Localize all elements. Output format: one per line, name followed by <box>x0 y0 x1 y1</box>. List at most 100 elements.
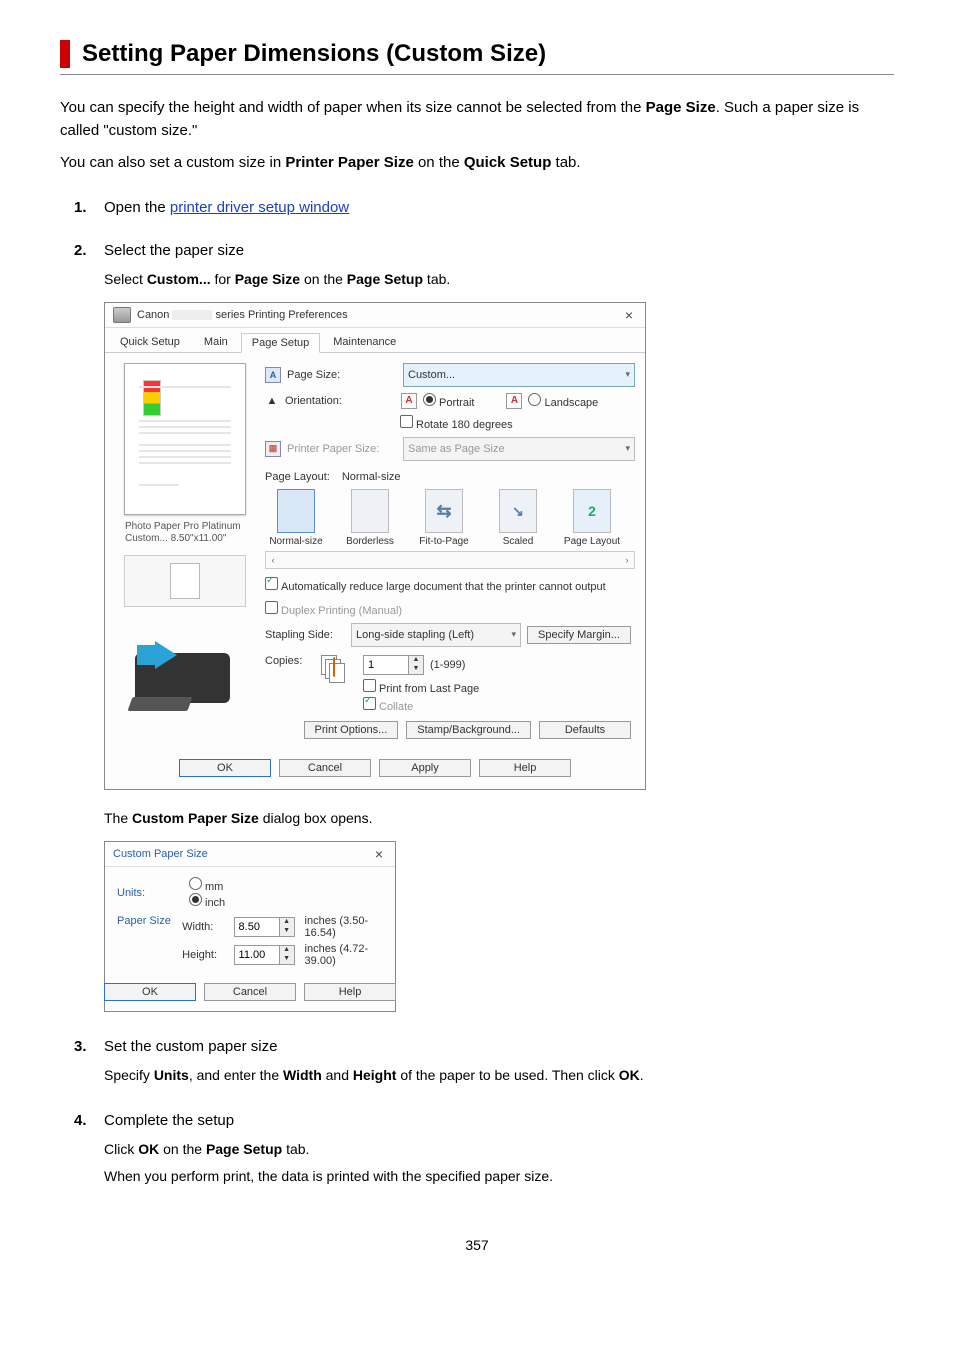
step-4-line1: Click OK on the Page Setup tab. <box>104 1139 894 1160</box>
layout-borderless[interactable]: Borderless <box>339 489 401 547</box>
layout-page-layout[interactable]: 2 Page Layout <box>561 489 623 547</box>
stapling-side-label: Stapling Side: <box>265 629 345 641</box>
text-bold: Quick Setup <box>464 154 552 171</box>
apply-button[interactable]: Apply <box>379 759 471 777</box>
cancel-button[interactable]: Cancel <box>279 759 371 777</box>
text: tab. <box>551 154 580 171</box>
text-bold: Page Size <box>646 99 716 116</box>
spin-up-icon[interactable]: ▲ <box>280 918 294 927</box>
step-number: 1. <box>74 199 96 216</box>
auto-reduce-checkbox[interactable]: Automatically reduce large document that… <box>265 577 606 593</box>
step-title: Select the paper size <box>104 242 244 259</box>
width-label: Width: <box>182 921 223 933</box>
tab-main[interactable]: Main <box>193 332 239 352</box>
dropdown-value: Long-side stapling (Left) <box>356 629 474 641</box>
radio-label: Landscape <box>544 397 598 409</box>
checkbox-label: Collate <box>379 701 413 713</box>
text-bold: Page Setup <box>347 271 423 287</box>
page-layout-value: Normal-size <box>342 471 401 483</box>
printer-driver-setup-link[interactable]: printer driver setup window <box>170 199 349 216</box>
step-3-instruction: Specify Units, and enter the Width and H… <box>104 1065 894 1086</box>
page-size-dropdown[interactable]: Custom... ▾ <box>403 363 635 387</box>
copies-range: (1-999) <box>430 659 465 671</box>
stapling-side-dropdown[interactable]: Long-side stapling (Left) ▾ <box>351 623 521 647</box>
text: on the <box>300 271 347 287</box>
defaults-button[interactable]: Defaults <box>539 721 631 739</box>
print-from-last-page-checkbox[interactable]: Print from Last Page <box>363 683 479 695</box>
tab-bar: Quick Setup Main Page Setup Maintenance <box>105 328 645 353</box>
spin-up-icon[interactable]: ▲ <box>409 656 423 665</box>
layout-label: Borderless <box>346 536 394 547</box>
text: tab. <box>423 271 450 287</box>
orientation-label: Orientation: <box>285 395 395 407</box>
orientation-landscape-radio[interactable]: Landscape <box>528 393 598 409</box>
text: . <box>640 1067 644 1083</box>
text: Canon <box>137 309 169 321</box>
specify-margin-button[interactable]: Specify Margin... <box>527 626 631 644</box>
units-inch-radio[interactable]: inch <box>189 897 225 909</box>
layout-normal-size[interactable]: Normal-size <box>265 489 327 547</box>
layout-scaled[interactable]: ↘ Scaled <box>487 489 549 547</box>
step-number: 2. <box>74 242 96 259</box>
text-bold: Height <box>353 1067 397 1083</box>
copies-label: Copies: <box>265 655 315 667</box>
text: tab. <box>282 1141 309 1157</box>
spin-down-icon[interactable]: ▼ <box>280 927 294 936</box>
spin-down-icon[interactable]: ▼ <box>409 665 423 674</box>
text: on the <box>414 154 464 171</box>
collate-checkbox: Collate <box>363 701 413 713</box>
orientation-portrait-radio[interactable]: Portrait <box>423 393 474 409</box>
width-input[interactable] <box>235 918 279 936</box>
paper-size-label: Paper Size <box>117 915 172 927</box>
spin-up-icon[interactable]: ▲ <box>280 946 294 955</box>
title-divider <box>60 74 894 75</box>
copies-icon <box>321 655 351 681</box>
close-icon[interactable]: × <box>621 307 637 323</box>
text: , and enter the <box>189 1067 283 1083</box>
copies-spinbox[interactable]: ▲▼ <box>363 655 424 675</box>
layout-scrollbar[interactable]: ‹ › <box>265 551 635 569</box>
custom-paper-size-dialog: Custom Paper Size × Units: mm inch Paper… <box>104 841 396 1012</box>
radio-label: Portrait <box>439 397 474 409</box>
tab-page-setup[interactable]: Page Setup <box>241 333 321 353</box>
help-button[interactable]: Help <box>479 759 571 777</box>
scroll-right-icon[interactable]: › <box>620 555 634 565</box>
printer-paper-size-dropdown: Same as Page Size ▾ <box>403 437 635 461</box>
text-bold: OK <box>138 1141 159 1157</box>
tab-quick-setup[interactable]: Quick Setup <box>109 332 191 352</box>
tab-maintenance[interactable]: Maintenance <box>322 332 407 352</box>
spin-down-icon[interactable]: ▼ <box>280 955 294 964</box>
close-icon[interactable]: × <box>371 846 387 862</box>
text-bold: Custom... <box>147 271 211 287</box>
ok-button[interactable]: OK <box>104 983 196 1001</box>
text-bold: Custom Paper Size <box>132 810 259 826</box>
text-bold: Page Size <box>235 271 300 287</box>
layout-label: Page Layout <box>564 536 620 547</box>
step-2-instruction: Select Custom... for Page Size on the Pa… <box>104 269 894 290</box>
layout-fit-to-page[interactable]: ⇆ Fit-to-Page <box>413 489 475 547</box>
cancel-button[interactable]: Cancel <box>204 983 296 1001</box>
text: of the paper to be used. Then click <box>396 1067 618 1083</box>
page-title: Setting Paper Dimensions (Custom Size) <box>82 40 894 68</box>
text: Specify <box>104 1067 154 1083</box>
units-mm-radio[interactable]: mm <box>189 881 223 893</box>
rotate-180-checkbox[interactable]: Rotate 180 degrees <box>400 415 513 431</box>
checkbox-label: Duplex Printing (Manual) <box>281 605 402 617</box>
height-input[interactable] <box>235 946 279 964</box>
units-label: Units: <box>117 887 179 899</box>
copies-input[interactable] <box>364 656 408 674</box>
height-spinbox[interactable]: ▲▼ <box>234 945 295 965</box>
text-bold: OK <box>619 1067 640 1083</box>
page-number: 357 <box>60 1237 894 1253</box>
landscape-a-icon: A <box>506 393 522 409</box>
print-options-button[interactable]: Print Options... <box>304 721 399 739</box>
width-spinbox[interactable]: ▲▼ <box>234 917 295 937</box>
text: for <box>211 271 235 287</box>
help-button[interactable]: Help <box>304 983 396 1001</box>
scroll-left-icon[interactable]: ‹ <box>266 555 280 565</box>
layout-label: Scaled <box>503 536 534 547</box>
text: series Printing Preferences <box>216 309 348 321</box>
ok-button[interactable]: OK <box>179 759 271 777</box>
printer-paper-size-icon: ▦ <box>265 441 281 457</box>
stamp-background-button[interactable]: Stamp/Background... <box>406 721 531 739</box>
